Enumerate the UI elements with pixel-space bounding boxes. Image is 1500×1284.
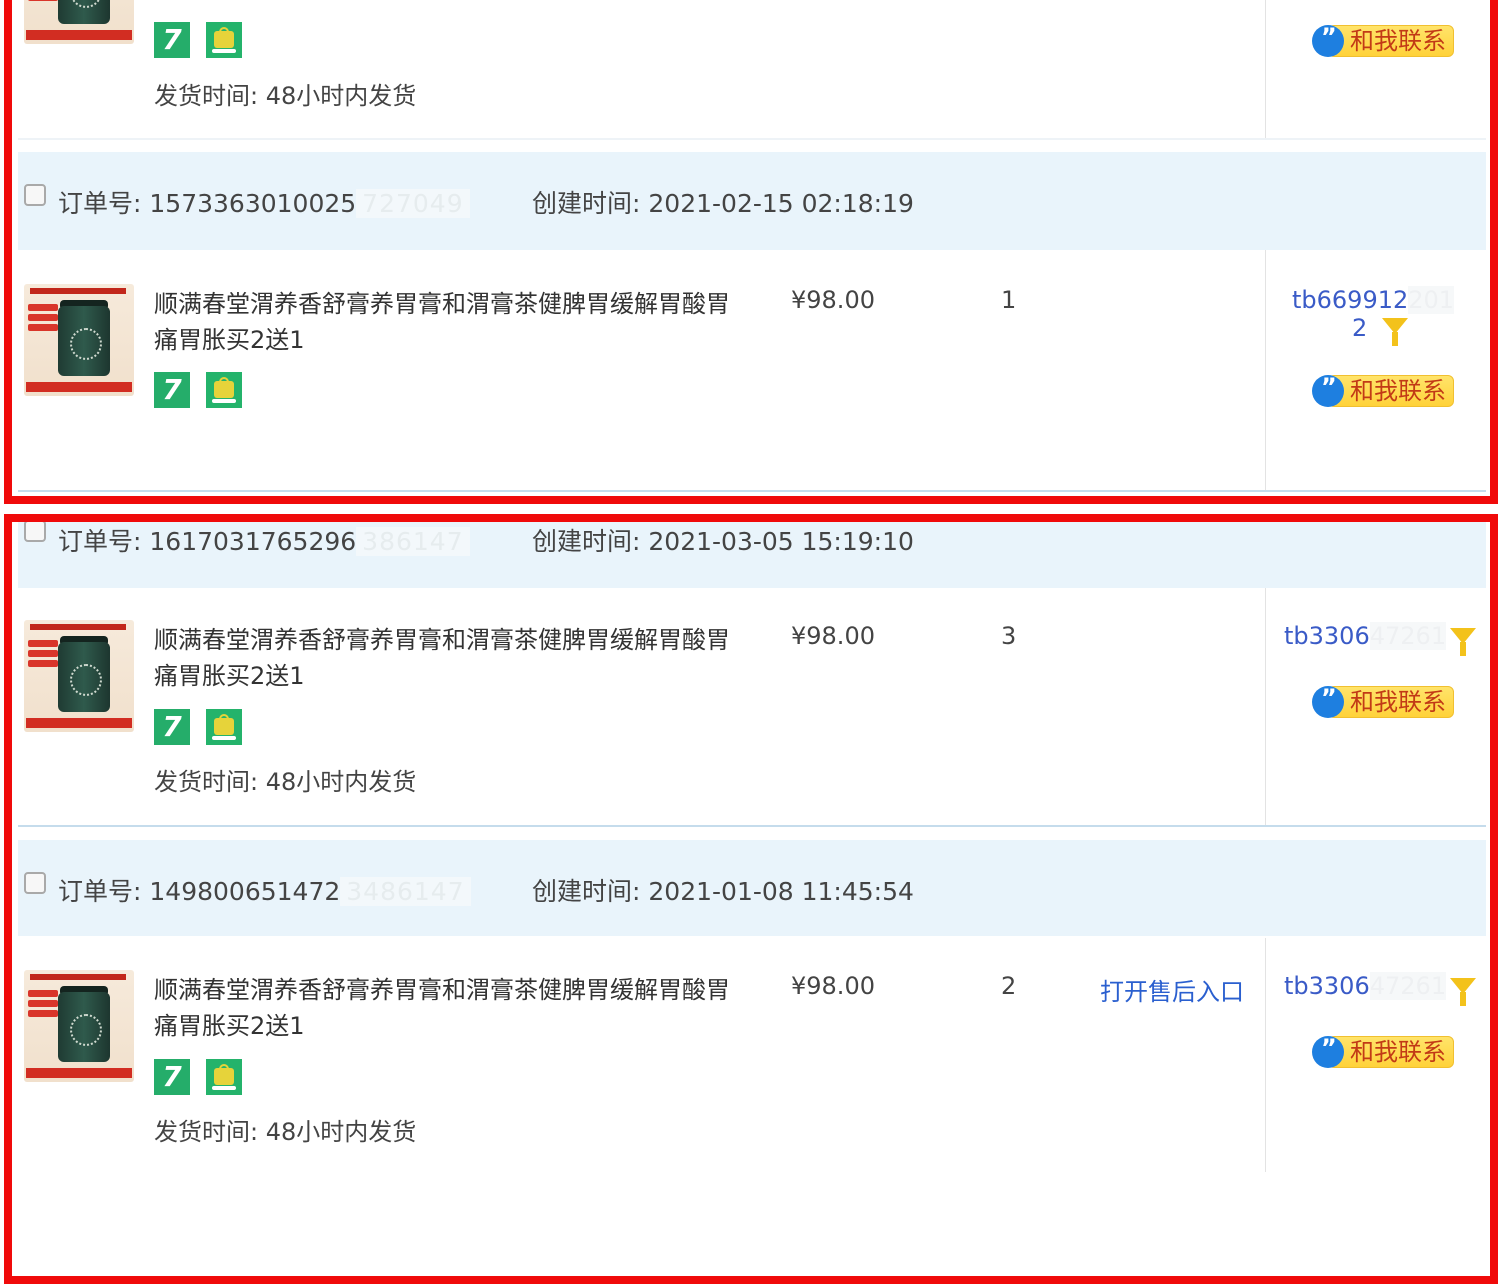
order-number: 订单号: 1617031765296 386147 [58,522,470,558]
shopping-bag-icon [206,709,242,745]
order-select-checkbox[interactable] [24,872,46,894]
order-number: 订单号: 149800651472 3486147 [58,872,471,908]
shopping-bag-icon [206,22,242,58]
column-divider [1265,0,1266,140]
order-select-checkbox[interactable] [24,184,46,206]
contact-me-button[interactable]: 和我联系 [1312,684,1454,720]
order-select-checkbox[interactable] [24,520,46,542]
seven-day-return-icon: 7 [154,22,190,58]
buyer-nickname-link[interactable]: tb330647261 [1284,972,1447,1000]
shipping-time: 发货时间: 48小时内发货 [154,82,417,110]
unit-price: ¥98.00 [791,286,875,314]
chat-bubble-icon [1312,684,1344,718]
buyer-nickname-link[interactable]: tb330647261 [1284,622,1447,650]
column-divider [1265,250,1266,490]
seven-day-return-icon: 7 [154,709,190,745]
order-created-time: 创建时间: 2021-01-08 11:45:54 [532,877,914,906]
row-separator [18,138,1486,140]
filter-flag-icon[interactable] [1382,318,1408,346]
product-title-link[interactable]: 顺满春堂渭养香舒膏养胃膏和渭膏茶健脾胃缓解胃酸胃痛胃胀买2送1 [154,622,744,694]
column-divider [1265,938,1266,1172]
chat-bubble-icon [1312,373,1344,407]
column-divider [1265,588,1266,826]
order-number: 订单号: 1573363010025 727049 [58,184,470,220]
shipping-time: 发货时间: 48小时内发货 [154,1118,417,1146]
product-thumbnail[interactable] [24,620,134,732]
product-thumbnail[interactable] [24,0,134,44]
contact-me-button[interactable]: 和我联系 [1312,373,1454,409]
unit-price: ¥98.00 [791,622,875,650]
contact-me-button[interactable]: 和我联系 [1312,1034,1454,1070]
shipping-time: 发货时间: 48小时内发货 [154,768,417,796]
filter-flag-icon[interactable] [1450,628,1476,656]
product-thumbnail[interactable] [24,284,134,396]
shopping-bag-icon [206,372,242,408]
shopping-bag-icon [206,1059,242,1095]
seven-day-return-icon: 7 [154,372,190,408]
quantity: 2 [1001,972,1017,1000]
chat-bubble-icon [1312,1034,1344,1068]
row-separator [18,490,1486,492]
product-title-link[interactable]: 顺满春堂渭养香舒膏养胃膏和渭膏茶健脾胃缓解胃酸胃痛胃胀买2送1 [154,286,744,358]
buyer-nickname-line2[interactable]: 2 [1352,314,1367,342]
buyer-nickname-link[interactable]: tb669912201 [1292,286,1455,314]
quantity: 3 [1001,622,1017,650]
row-separator [18,825,1486,827]
order-created-time: 创建时间: 2021-02-15 02:18:19 [532,189,914,218]
quantity: 1 [1001,286,1017,314]
open-after-sale-link[interactable]: 打开售后入口 [1100,972,1244,1007]
unit-price: ¥98.00 [791,972,875,1000]
contact-me-button[interactable]: 和我联系 [1312,23,1454,59]
order-created-time: 创建时间: 2021-03-05 15:19:10 [532,527,914,556]
seven-day-return-icon: 7 [154,1059,190,1095]
product-thumbnail[interactable] [24,970,134,1082]
filter-flag-icon[interactable] [1450,978,1476,1006]
chat-bubble-icon [1312,23,1344,57]
product-title-link[interactable]: 顺满春堂渭养香舒膏养胃膏和渭膏茶健脾胃缓解胃酸胃痛胃胀买2送1 [154,972,744,1044]
